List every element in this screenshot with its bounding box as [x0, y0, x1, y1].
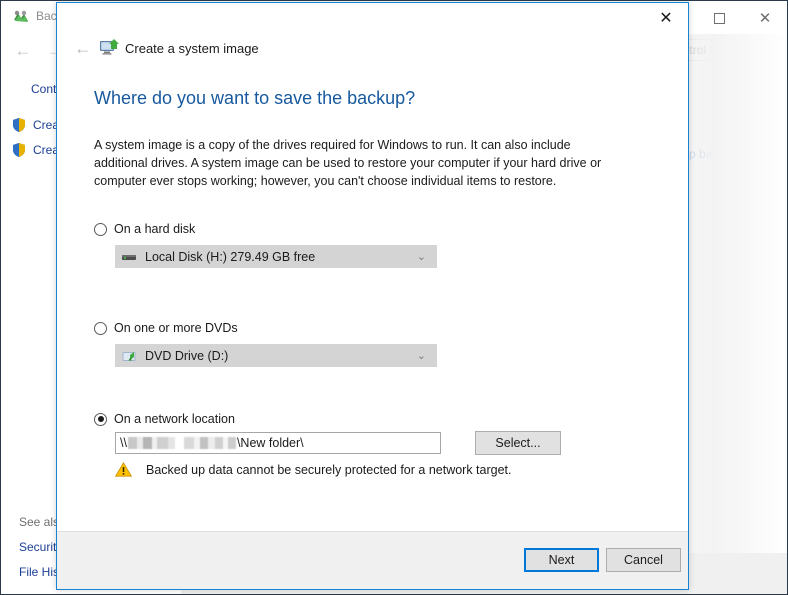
network-path-prefix: \\ [120, 436, 127, 450]
shield-icon [11, 117, 27, 133]
close-button[interactable]: ✕ [742, 3, 787, 33]
radio-dvd[interactable]: On one or more DVDs [94, 319, 238, 337]
backup-restore-icon [12, 9, 30, 27]
option-dvd: On one or more DVDs DVD Drive (D:) ⌄ [94, 319, 437, 367]
hard-drive-icon [121, 249, 137, 265]
select-button[interactable]: Select... [475, 431, 561, 455]
cancel-button[interactable]: Cancel [606, 548, 681, 572]
chevron-down-icon[interactable]: ⌄ [417, 250, 426, 263]
radio-button-dvd[interactable] [94, 321, 107, 335]
chevron-down-icon[interactable]: ⌄ [417, 349, 426, 362]
shield-icon [11, 142, 27, 158]
option-network-location: On a network location \\ \New folder\ Se… [94, 410, 561, 477]
help-button[interactable]: ? [769, 66, 787, 84]
hard-disk-dropdown[interactable]: Local Disk (H:) 279.49 GB free ⌄ [115, 245, 437, 268]
dialog-app-title: Create a system image [125, 41, 259, 56]
dvd-dropdown-value: DVD Drive (D:) [145, 348, 229, 363]
dialog-footer: Next Cancel [57, 531, 688, 589]
dialog-description: A system image is a copy of the drives r… [94, 138, 602, 188]
next-button[interactable]: Next [524, 548, 599, 572]
create-system-image-dialog: ✕ ← Create a system image Where do you w… [56, 2, 689, 590]
arrow-left-icon[interactable]: ← [10, 40, 36, 62]
option-hard-disk: On a hard disk Local Disk (H:) 279.49 GB… [94, 220, 437, 268]
dvd-drive-icon [121, 348, 137, 364]
page-title: Where do you want to save the backup? [94, 88, 416, 108]
network-path-suffix: \New folder\ [236, 436, 304, 450]
radio-hard-disk[interactable]: On a hard disk [94, 220, 195, 238]
dialog-titlebar: ✕ [57, 3, 688, 35]
warning-icon [114, 462, 133, 477]
radio-network-location[interactable]: On a network location [94, 410, 235, 428]
radio-button-hard-disk[interactable] [94, 222, 107, 236]
radio-label-hard-disk: On a hard disk [114, 222, 196, 236]
network-path-redacted [127, 437, 236, 449]
search-icon: 🔍 [750, 43, 765, 57]
radio-label-network-location: On a network location [114, 412, 235, 426]
dvd-dropdown[interactable]: DVD Drive (D:) ⌄ [115, 344, 437, 367]
radio-label-dvd: On one or more DVDs [114, 321, 238, 335]
close-icon[interactable]: ✕ [644, 3, 688, 33]
create-system-image-icon [99, 38, 119, 58]
radio-button-network-location[interactable] [94, 412, 107, 426]
network-path-input[interactable]: \\ \New folder\ [115, 432, 441, 454]
network-warning-text: Backed up data cannot be securely protec… [146, 462, 512, 477]
maximize-button[interactable] [696, 3, 742, 33]
hard-disk-dropdown-value: Local Disk (H:) 279.49 GB free [145, 249, 316, 264]
arrow-left-icon[interactable]: ← [69, 35, 97, 61]
network-warning: Backed up data cannot be securely protec… [114, 462, 512, 477]
